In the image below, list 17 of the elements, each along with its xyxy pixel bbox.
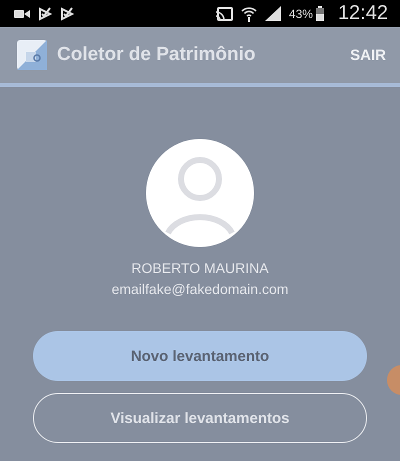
user-email: emailfake@fakedomain.com — [112, 281, 288, 297]
user-name: ROBERTO MAURINA — [131, 260, 269, 276]
avatar-icon — [146, 139, 254, 247]
video-camera-icon — [14, 8, 30, 18]
app-title: Coletor de Patrimônio — [57, 44, 256, 66]
battery-percent: 43% — [288, 6, 313, 20]
cast-icon — [214, 6, 233, 20]
app-logo-icon — [17, 40, 47, 70]
view-surveys-button[interactable]: Visualizar levantamentos — [33, 393, 367, 443]
check-icon — [60, 6, 74, 20]
new-survey-button[interactable]: Novo levantamento — [33, 331, 367, 381]
logout-button[interactable]: SAIR — [350, 42, 386, 68]
wifi-icon — [240, 6, 257, 22]
check-icon — [38, 6, 52, 20]
battery-icon — [316, 6, 324, 21]
signal-icon — [264, 6, 281, 21]
clock: 12:42 — [338, 2, 388, 25]
